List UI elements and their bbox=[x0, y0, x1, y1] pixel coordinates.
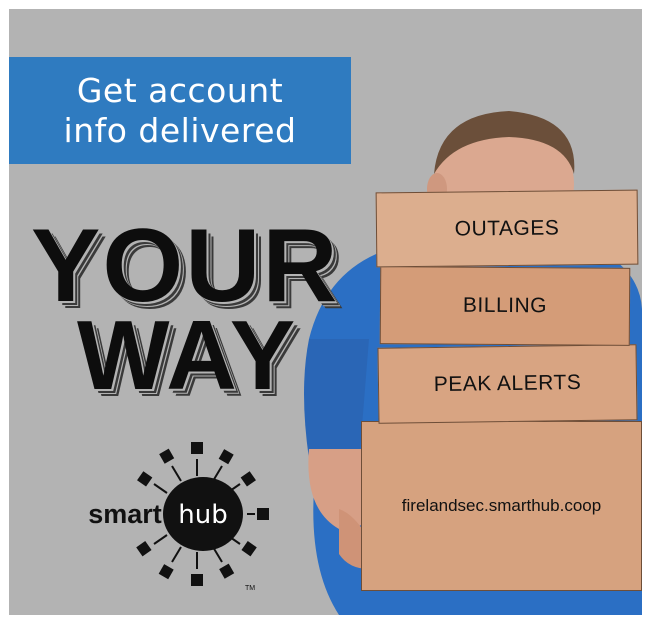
headline-way: WAY bbox=[77, 300, 298, 410]
ad-canvas: Get account info delivered YOUR WAY fire… bbox=[0, 0, 647, 617]
headline-banner: Get account info delivered bbox=[9, 57, 351, 164]
logo-word-hub: hub bbox=[178, 500, 227, 530]
logo-word-smart: smart bbox=[88, 499, 162, 529]
banner-line-1: Get account bbox=[76, 70, 284, 110]
box-url: firelandsec.smarthub.coop bbox=[361, 421, 642, 591]
ad-panel: Get account info delivered YOUR WAY fire… bbox=[9, 9, 642, 615]
box-billing: BILLING bbox=[379, 266, 631, 346]
box-peak-alerts: PEAK ALERTS bbox=[377, 344, 638, 424]
box-outages: OUTAGES bbox=[375, 189, 639, 268]
peak-alerts-label: PEAK ALERTS bbox=[433, 370, 582, 397]
billing-label: BILLING bbox=[462, 293, 548, 318]
url-label: firelandsec.smarthub.coop bbox=[401, 496, 602, 515]
banner-line-2: info delivered bbox=[63, 110, 297, 150]
trademark-mark: TM bbox=[245, 585, 255, 592]
smarthub-logo: smart hub TM bbox=[88, 442, 269, 592]
outages-label: OUTAGES bbox=[454, 215, 560, 241]
